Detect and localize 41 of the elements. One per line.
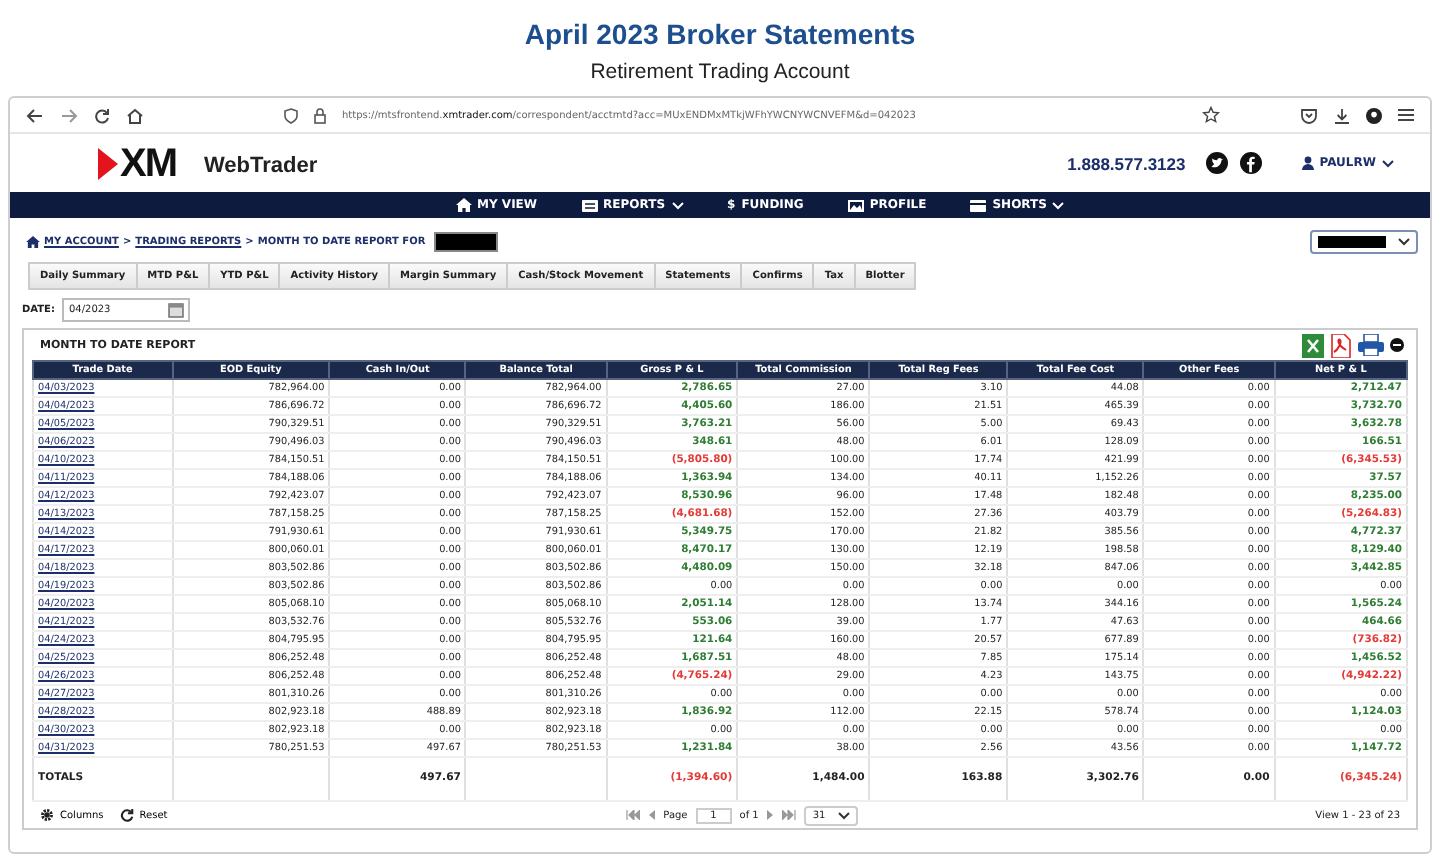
pocket-icon[interactable] [1300, 107, 1318, 123]
first-page-icon[interactable] [625, 810, 640, 820]
page-subtitle: Retirement Trading Account [588, 58, 852, 86]
next-page-icon[interactable] [766, 810, 775, 820]
profile-icon[interactable] [1366, 107, 1382, 123]
gear-icon [40, 808, 54, 822]
card-icon [970, 199, 987, 211]
home-icon [455, 198, 472, 212]
twitter-icon[interactable] [1205, 152, 1228, 174]
picture-frame-icon [847, 199, 864, 211]
reload-icon[interactable] [94, 107, 110, 123]
home-icon[interactable] [126, 107, 144, 123]
caret-icon [1382, 159, 1394, 167]
download-icon[interactable] [1334, 107, 1350, 123]
spreadsheet-icon[interactable] [1302, 333, 1324, 357]
facebook-icon[interactable] [1239, 152, 1262, 174]
caret-icon [1398, 237, 1410, 245]
star-icon[interactable] [1202, 106, 1220, 124]
person-icon [1301, 156, 1314, 170]
pdf-icon[interactable] [1330, 333, 1352, 357]
account-dropdown[interactable] [1310, 229, 1418, 253]
phone-number: 1.888.577.3123 [1067, 153, 1186, 173]
caret-icon [837, 811, 850, 819]
back-icon[interactable] [26, 107, 44, 123]
refresh-icon [119, 808, 134, 822]
calendar-icon[interactable] [168, 302, 185, 318]
forward-icon[interactable] [60, 107, 78, 123]
logo[interactable]: XM [98, 143, 176, 183]
lock-icon [314, 107, 326, 123]
home-icon[interactable] [26, 235, 40, 247]
printer-icon[interactable] [1358, 334, 1384, 356]
triangle-icon [98, 147, 118, 179]
shield-icon[interactable] [284, 107, 298, 123]
previous-page-icon[interactable] [647, 810, 656, 820]
brand-name: WebTrader [204, 154, 318, 178]
redacted-box [433, 231, 498, 251]
page-title: April 2023 Broker Statements [522, 16, 918, 52]
list-icon [581, 199, 598, 211]
menu-icon[interactable] [1398, 108, 1414, 122]
last-page-icon[interactable] [782, 810, 797, 820]
minus-circle-icon[interactable] [1390, 338, 1404, 352]
